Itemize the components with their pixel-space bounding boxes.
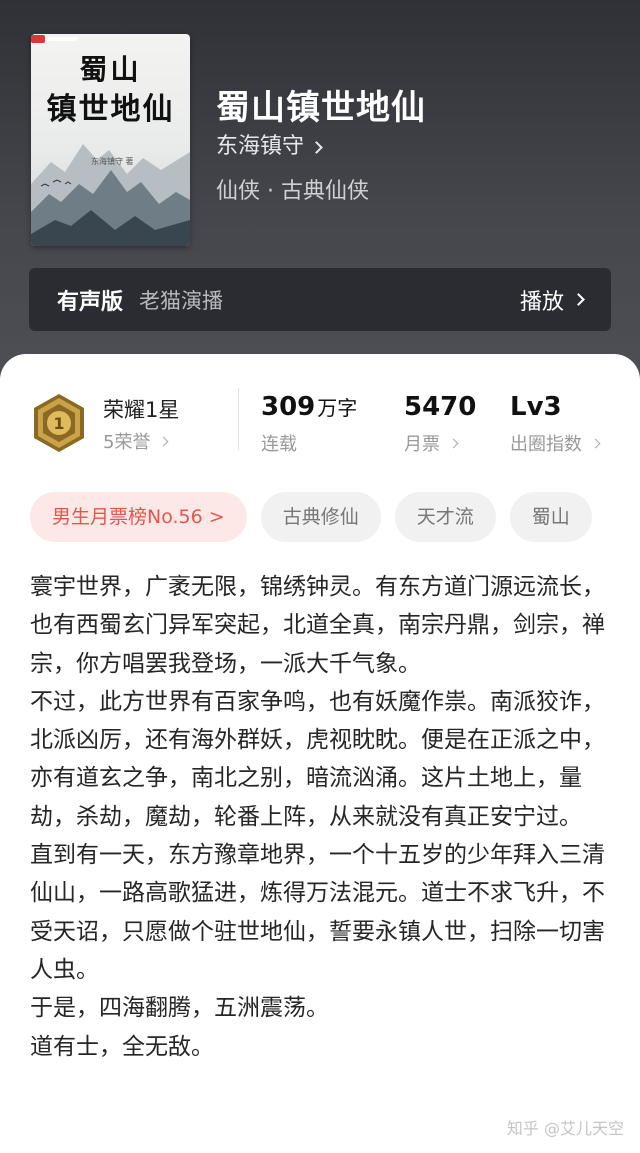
chevron-right-icon [572,293,585,306]
serial-status: 连载 [261,434,297,455]
audiobook-label: 有声版 [57,289,124,315]
monthly-tickets-link[interactable]: 月票 [404,430,459,456]
monthly-tickets-value: 5470 [404,392,477,422]
book-title: 蜀山镇世地仙 [216,88,426,128]
cover-title-line2: 镇世地仙 [46,92,175,127]
honor-link[interactable]: 5荣誉 [103,428,169,454]
honor-count: 5荣誉 [103,432,151,453]
author-name: 东海镇守 [216,134,305,159]
book-header: 蜀山 镇世地仙 东海镇守 著 蜀山镇世地仙 东海镇守 仙侠 · 古典仙侠 有声版… [0,0,640,400]
honor-title: 荣耀1星 [103,398,180,422]
synopsis-paragraph: 直到有一天，东方豫章地界，一个十五岁的少年拜入三清仙山，一路高歌猛进，炼得万法混… [30,842,605,983]
popularity-index-label: 出圈指数 [510,434,582,455]
rank-tag[interactable]: 男生月票榜No.56 > [30,492,247,542]
synopsis-paragraph: 于是，四海翻腾，五洲震荡。 [30,995,329,1022]
word-count-value: 309 [261,392,316,422]
medal-level: 1 [53,414,64,433]
tag-row: 男生月票榜No.56 > 古典修仙 天才流 蜀山 [30,492,592,542]
play-label: 播放 [519,289,564,315]
author-link[interactable]: 东海镇守 [216,132,323,162]
monthly-tickets-label: 月票 [404,434,440,455]
popularity-index-link[interactable]: 出圈指数 [510,430,601,456]
cover-author: 东海镇守 著 [91,157,134,166]
synopsis: 寰宇世界，广袤无限，锦绣钟灵。有东方道门源远流长，也有西蜀玄门异军突起，北道全真… [30,568,610,1066]
audiobook-narrator: 老猫演播 [139,288,224,313]
word-count-unit: 万字 [317,396,358,420]
publisher-logo-icon [31,35,78,43]
chevron-right-icon [590,438,601,448]
book-genre: 仙侠 · 古典仙侠 [216,179,369,204]
chevron-right-icon [310,140,323,154]
chevron-right-icon [159,436,169,446]
synopsis-paragraph: 不过，此方世界有百家争鸣，也有妖魔作祟。南派狡诈，北派凶厉，还有海外群妖，虎视眈… [30,688,605,830]
word-count: 309 万字 [261,392,357,422]
popularity-index-value: Lv3 [510,392,562,422]
audiobook-bar[interactable]: 有声版 老猫演播 播放 [29,268,611,331]
stats-divider [238,388,239,450]
cover-title-line1: 蜀山 [79,53,142,86]
tag-chip[interactable]: 古典修仙 [260,492,381,542]
tag-chip[interactable]: 天才流 [394,492,496,542]
watermark: 知乎 @艾儿天空 [506,1119,624,1138]
stats-row: 1 荣耀1星 5荣誉 309 万字 连载 5470 月票 Lv3 出圈指数 [0,386,640,466]
book-cover[interactable]: 蜀山 镇世地仙 东海镇守 著 [31,34,190,246]
synopsis-paragraph: 寰宇世界，广袤无限，锦绣钟灵。有东方道门源远流长，也有西蜀玄门异军突起，北道全真… [30,574,605,677]
honor-medal-icon[interactable]: 1 [30,392,88,454]
book-detail-sheet: 1 荣耀1星 5荣誉 309 万字 连载 5470 月票 Lv3 出圈指数 男生月… [0,354,640,1153]
play-button[interactable]: 播放 [519,284,585,316]
synopsis-paragraph: 道有士，全无敌。 [30,1033,214,1060]
chevron-right-icon [448,438,459,448]
tag-chip[interactable]: 蜀山 [509,492,592,542]
